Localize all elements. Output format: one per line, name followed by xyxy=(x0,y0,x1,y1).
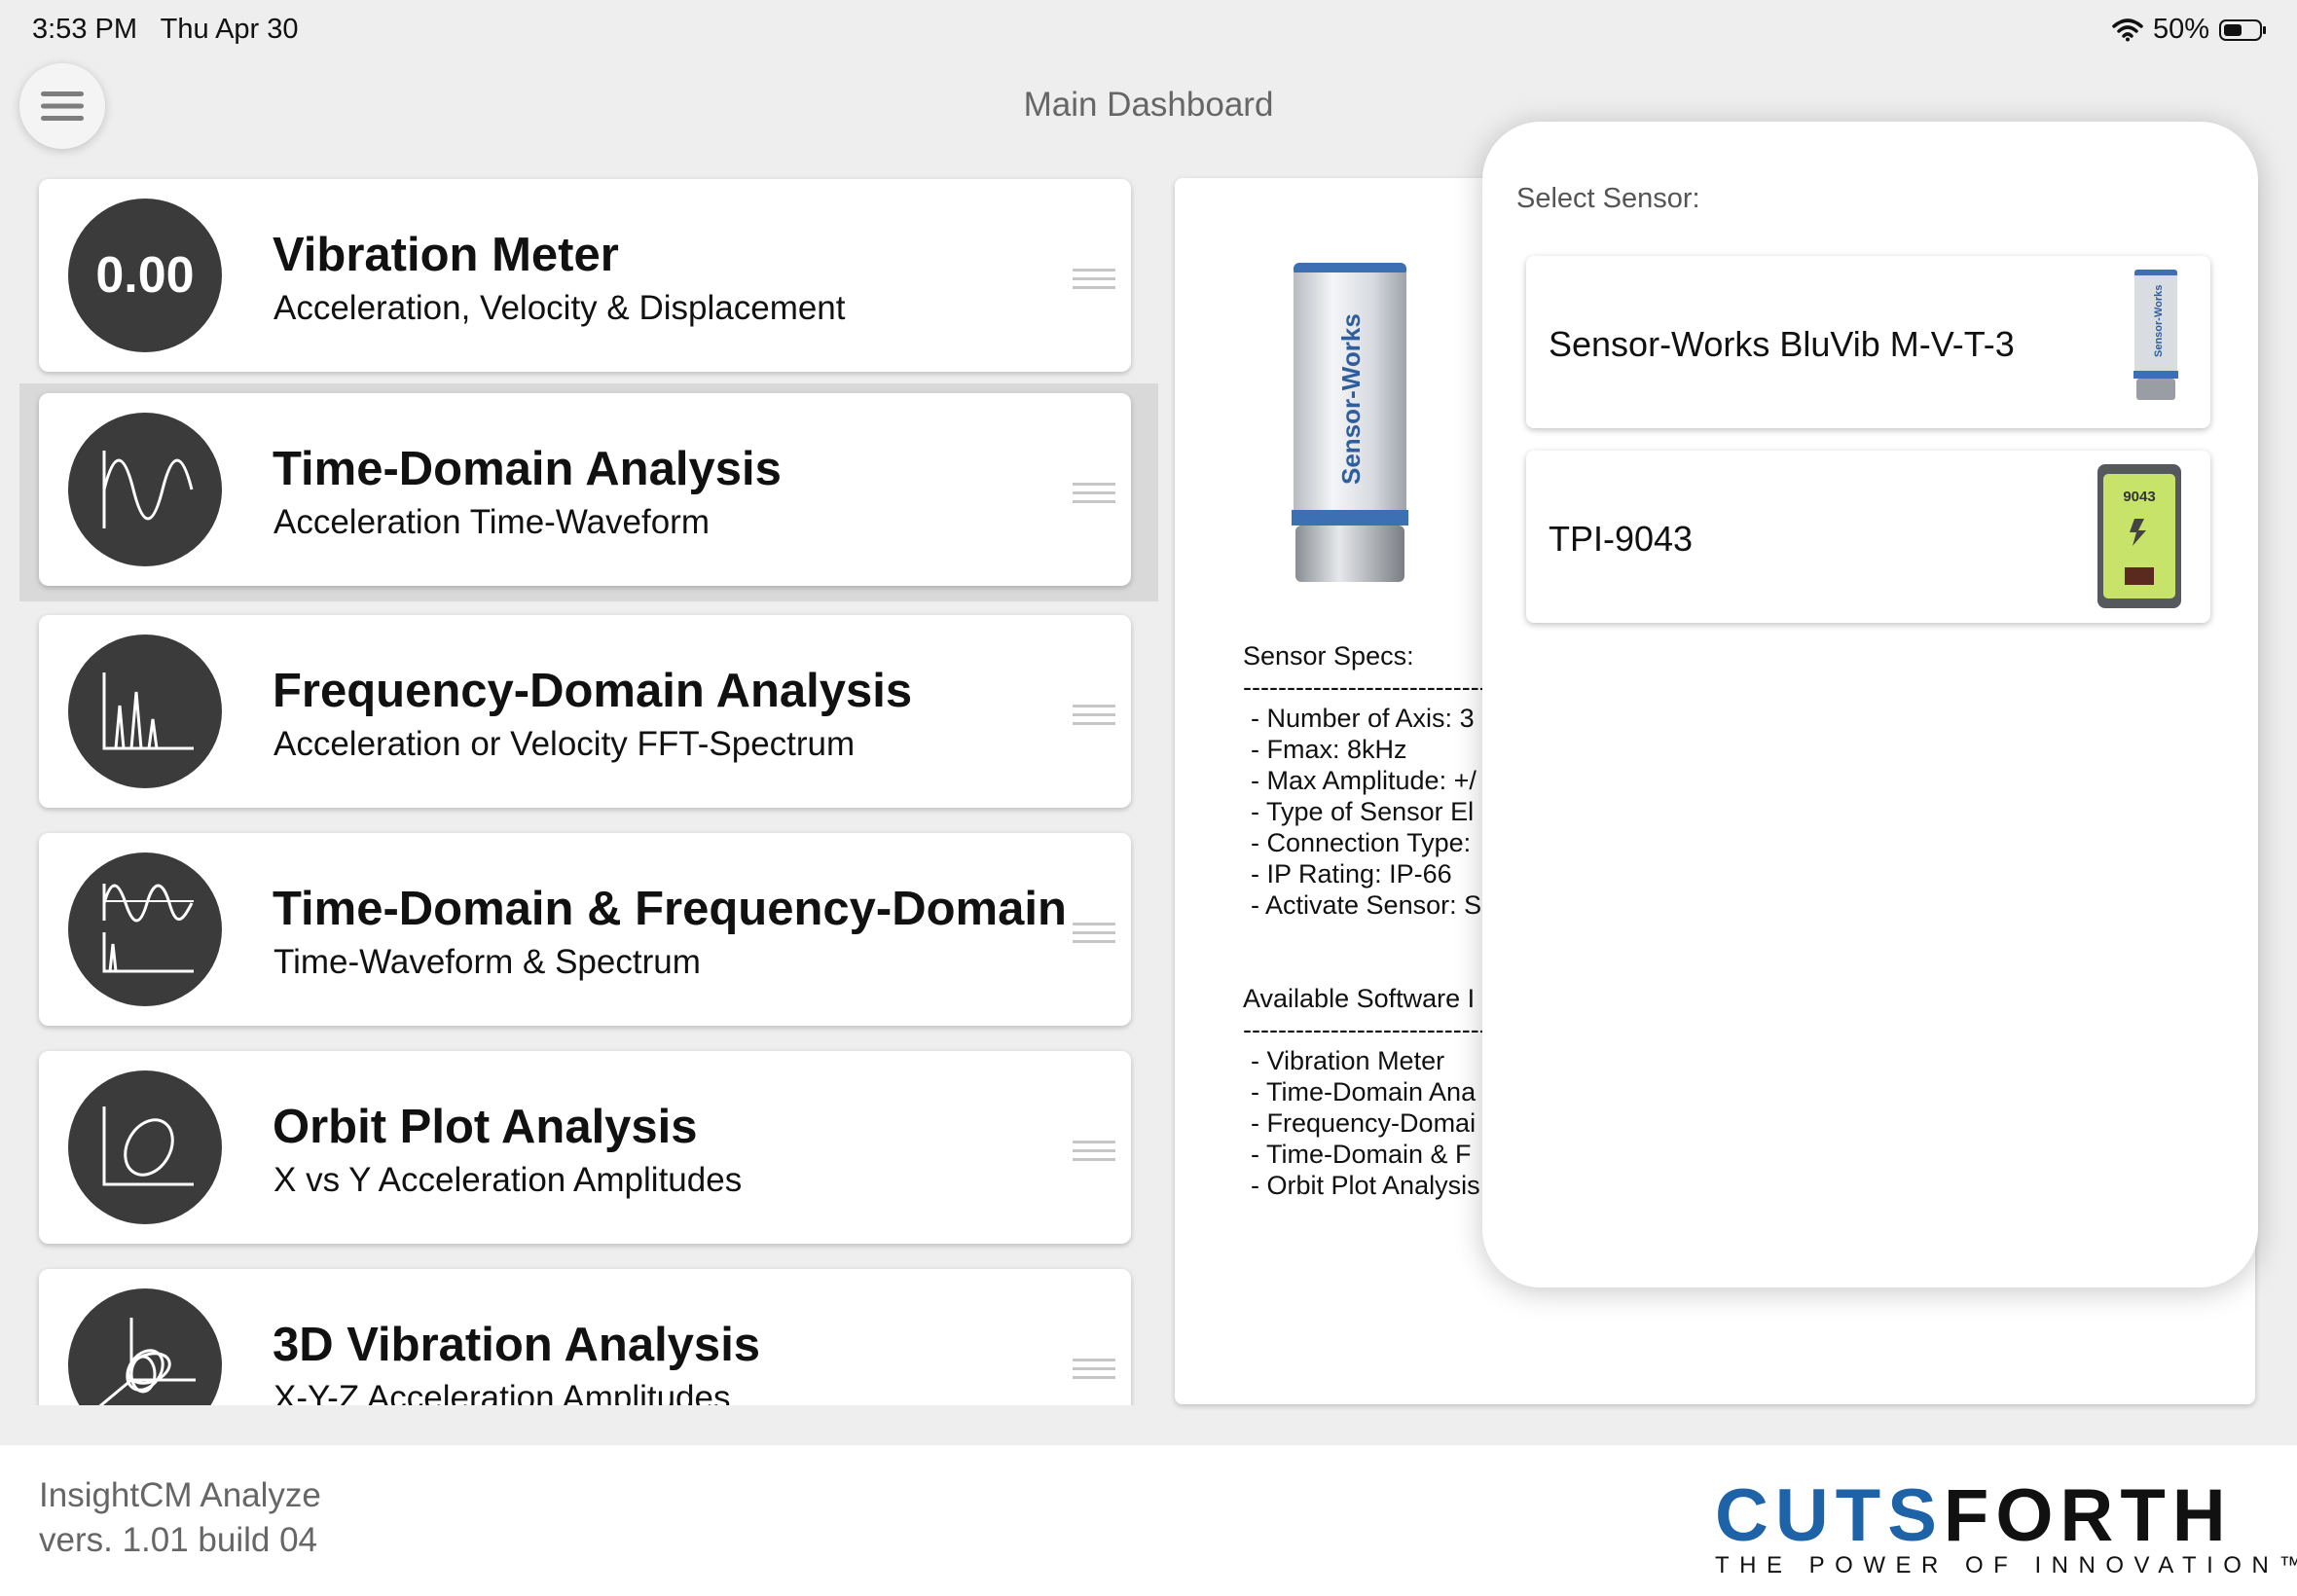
analysis-subtitle: Time-Waveform & Spectrum xyxy=(273,943,701,981)
drag-handle-icon[interactable] xyxy=(1073,1141,1115,1167)
spec-line: - IP Rating: IP-66 xyxy=(1251,859,1452,889)
orbit-icon xyxy=(68,1070,222,1224)
drag-handle-icon[interactable] xyxy=(1073,1359,1115,1385)
waveform-icon xyxy=(68,413,222,566)
status-time-date: 3:53 PM Thu Apr 30 xyxy=(32,14,299,46)
analysis-item-time-domain[interactable]: Time-Domain Analysis Acceleration Time-W… xyxy=(19,383,1158,601)
status-indicators: 50% xyxy=(2112,14,2266,46)
analysis-card[interactable]: Orbit Plot Analysis X vs Y Acceleration … xyxy=(39,1051,1131,1244)
readout-value: 0.00 xyxy=(95,247,195,304)
analysis-subtitle: Acceleration, Velocity & Displacement xyxy=(273,289,846,327)
drag-handle-icon[interactable] xyxy=(1073,269,1115,295)
drag-handle-icon[interactable] xyxy=(1073,483,1115,509)
specs-title: Sensor Specs: xyxy=(1243,641,1414,671)
analysis-card[interactable]: 0.00 Vibration Meter Acceleration, Veloc… xyxy=(39,179,1131,372)
sensor-specs-text: Sensor Specs: ---------------------------… xyxy=(1243,640,1506,1201)
sensor-option-label: TPI-9043 xyxy=(1549,519,1694,559)
analysis-subtitle: X vs Y Acceleration Amplitudes xyxy=(273,1161,743,1199)
thumb-brand-text: Sensor-Works xyxy=(2153,285,2165,357)
status-time: 3:53 PM xyxy=(32,14,137,45)
spec-line: - Number of Axis: 3 xyxy=(1251,704,1475,733)
page-title: Main Dashboard xyxy=(1023,86,1274,124)
app-name: InsightCM Analyze xyxy=(39,1476,321,1514)
brand-tagline: THE POWER OF INNOVATION™ xyxy=(1715,1552,2297,1578)
software-title: Available Software I xyxy=(1243,984,1476,1013)
analysis-card[interactable]: Frequency-Domain Analysis Acceleration o… xyxy=(39,615,1131,808)
wifi-icon xyxy=(2112,18,2143,41)
analysis-card[interactable]: Time-Domain & Frequency-Domain Time-Wave… xyxy=(39,833,1131,1026)
brand-word-part2: FORTH xyxy=(1943,1474,2233,1557)
analysis-list[interactable]: 0.00 Vibration Meter Acceleration, Veloc… xyxy=(19,175,1158,1405)
analysis-item-time-frequency-domain[interactable]: Time-Domain & Frequency-Domain Time-Wave… xyxy=(19,829,1158,1047)
analysis-subtitle: X-Y-Z Acceleration Amplitudes xyxy=(273,1379,731,1405)
spec-line: - Fmax: 8kHz xyxy=(1251,735,1407,764)
software-line: - Vibration Meter xyxy=(1251,1046,1445,1075)
analysis-card[interactable]: 3D Vibration Analysis X-Y-Z Acceleration… xyxy=(39,1269,1131,1405)
status-date: Thu Apr 30 xyxy=(160,14,299,45)
spectrum-icon xyxy=(68,635,222,788)
waveform-spectrum-icon xyxy=(68,852,222,1006)
sensor-thumbnail: Sensor-Works xyxy=(2129,268,2183,409)
specs-divider: ------------------------------ xyxy=(1243,672,1506,702)
sensor-option-label: Sensor-Works BluVib M-V-T-3 xyxy=(1549,324,2015,364)
analysis-subtitle: Acceleration Time-Waveform xyxy=(273,503,710,541)
sensor-brand-text: Sensor-Works xyxy=(1336,313,1366,485)
spec-line: - Connection Type: xyxy=(1251,828,1472,857)
analysis-title: Time-Domain Analysis xyxy=(273,443,782,495)
device-model-text: 9043 xyxy=(2123,489,2155,505)
software-line: - Frequency-Domai xyxy=(1251,1108,1477,1138)
app-version: vers. 1.01 build 04 xyxy=(39,1521,318,1559)
drag-handle-icon[interactable] xyxy=(1073,923,1115,949)
spec-line: - Activate Sensor: S xyxy=(1251,890,1482,920)
battery-icon xyxy=(2219,18,2266,41)
popover-title: Select Sensor: xyxy=(1516,183,1700,214)
footer: InsightCM Analyze vers. 1.01 build 04 CU… xyxy=(0,1445,2297,1596)
analysis-title: 3D Vibration Analysis xyxy=(273,1319,761,1371)
sensor-image: Sensor-Works xyxy=(1282,261,1418,597)
software-line: - Time-Domain & F xyxy=(1251,1140,1472,1169)
3d-vibration-icon xyxy=(68,1288,222,1405)
analysis-title: Time-Domain & Frequency-Domain xyxy=(273,883,1067,935)
analysis-title: Vibration Meter xyxy=(273,229,619,281)
software-divider: ------------------------------ xyxy=(1243,1015,1506,1044)
value-readout-icon: 0.00 xyxy=(68,199,222,352)
drag-handle-icon[interactable] xyxy=(1073,705,1115,731)
brand-word-part1: CUTS xyxy=(1715,1474,1944,1557)
analysis-card[interactable]: Time-Domain Analysis Acceleration Time-W… xyxy=(39,393,1131,586)
brand-logo: CUTSFORTH THE POWER OF INNOVATION™ xyxy=(1715,1479,2297,1579)
spec-line: - Type of Sensor El xyxy=(1251,797,1475,826)
software-line: - Time-Domain Ana xyxy=(1251,1077,1477,1106)
select-sensor-popover: Select Sensor: Sensor-Works BluVib M-V-T… xyxy=(1482,122,2258,1288)
analysis-item-orbit-plot[interactable]: Orbit Plot Analysis X vs Y Acceleration … xyxy=(19,1047,1158,1265)
software-line: - Orbit Plot Analysis xyxy=(1251,1171,1480,1200)
analysis-subtitle: Acceleration or Velocity FFT-Spectrum xyxy=(273,725,856,763)
spec-line: - Max Amplitude: +/ xyxy=(1251,766,1477,795)
device-thumbnail: 9043 xyxy=(2096,462,2183,615)
analysis-item-3d-vibration[interactable]: 3D Vibration Analysis X-Y-Z Acceleration… xyxy=(19,1265,1158,1405)
battery-percent: 50% xyxy=(2152,14,2209,45)
analysis-item-frequency-domain[interactable]: Frequency-Domain Analysis Acceleration o… xyxy=(19,611,1158,829)
analysis-title: Frequency-Domain Analysis xyxy=(273,665,913,717)
analysis-title: Orbit Plot Analysis xyxy=(273,1101,698,1153)
analysis-item-vibration-meter[interactable]: 0.00 Vibration Meter Acceleration, Veloc… xyxy=(19,175,1158,393)
sensor-option-bluvib[interactable]: Sensor-Works BluVib M-V-T-3 Sensor-Works xyxy=(1526,256,2210,428)
sensor-option-tpi-9043[interactable]: TPI-9043 9043 xyxy=(1526,451,2210,623)
